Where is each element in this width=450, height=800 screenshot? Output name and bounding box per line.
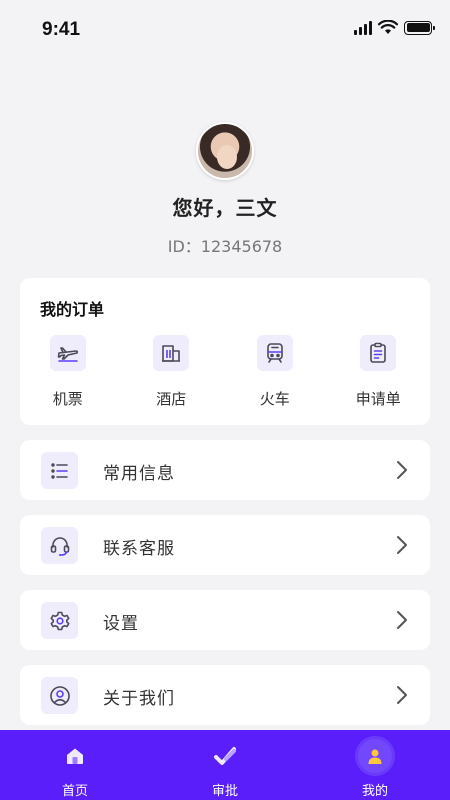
profile-section: 您好，三文 ID：12345678 (0, 122, 450, 257)
gear-icon (41, 602, 78, 639)
tab-approval[interactable]: 审批 (150, 730, 300, 800)
headset-icon (41, 527, 78, 564)
chevron-right-icon (397, 461, 407, 479)
menu-item-about-us[interactable]: 关于我们 (20, 665, 430, 725)
tab-home[interactable]: 首页 (0, 730, 150, 800)
tab-mine[interactable]: 我的 (300, 730, 450, 800)
orders-grid: 机票 酒店 火车 申请单 (20, 335, 430, 409)
status-bar: 9:41 (0, 0, 450, 60)
user-id: ID：12345678 (167, 237, 283, 256)
chevron-right-icon (397, 686, 407, 704)
menu-label: 关于我们 (103, 689, 175, 709)
approve-check-icon (208, 739, 242, 773)
order-item-application[interactable]: 申请单 (327, 335, 431, 409)
status-icons (354, 20, 435, 35)
menu-label: 联系客服 (103, 539, 175, 559)
order-label: 申请单 (355, 390, 401, 408)
order-label: 机票 (52, 390, 83, 408)
menu-item-customer-service[interactable]: 联系客服 (20, 515, 430, 575)
user-icon (358, 739, 392, 773)
greeting-text: 您好，三文 (172, 196, 278, 220)
order-item-train[interactable]: 火车 (223, 335, 327, 409)
bottom-tab-bar: 首页 审批 我的 (0, 730, 450, 800)
wifi-icon (378, 20, 398, 34)
battery-icon (404, 20, 435, 35)
tab-label: 首页 (61, 784, 88, 799)
order-label: 火车 (259, 390, 290, 408)
hotel-building-icon (153, 335, 190, 371)
airplane-icon (49, 335, 86, 371)
status-time: 9:41 (42, 19, 81, 40)
chevron-right-icon (397, 536, 407, 554)
avatar[interactable] (196, 122, 254, 180)
tab-label: 我的 (361, 784, 388, 799)
menu-item-common-info[interactable]: 常用信息 (20, 440, 430, 500)
user-circle-icon (41, 677, 78, 714)
menu-item-settings[interactable]: 设置 (20, 590, 430, 650)
list-icon (41, 452, 78, 489)
order-item-hotel[interactable]: 酒店 (120, 335, 224, 409)
cellular-signal-icon (354, 20, 372, 35)
tab-label: 审批 (211, 784, 238, 799)
order-item-flight[interactable]: 机票 (16, 335, 120, 409)
chevron-right-icon (397, 611, 407, 629)
train-icon (256, 335, 293, 371)
order-label: 酒店 (156, 390, 187, 408)
clipboard-icon (360, 335, 397, 371)
orders-title: 我的订单 (40, 300, 105, 319)
my-orders-card: 我的订单 机票 酒店 火车 申请单 (20, 278, 430, 425)
menu-label: 设置 (103, 614, 139, 634)
home-icon (58, 739, 92, 773)
menu-label: 常用信息 (103, 464, 175, 484)
